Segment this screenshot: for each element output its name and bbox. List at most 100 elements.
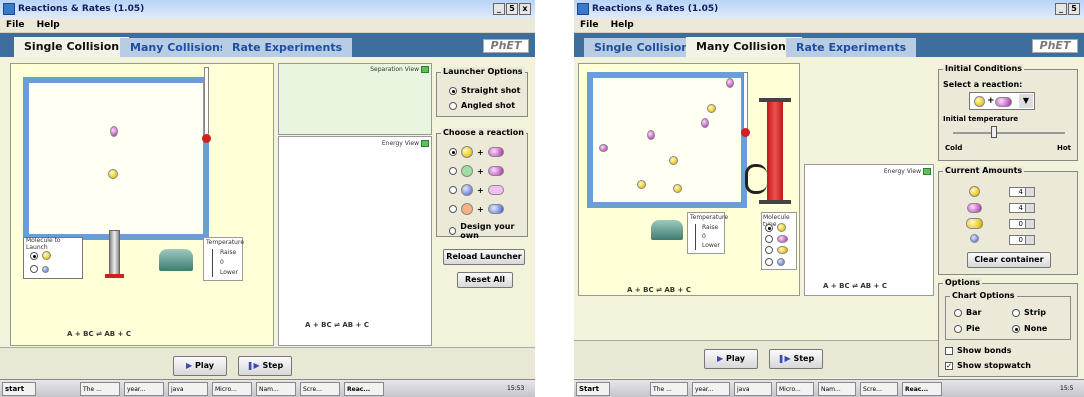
- taskbar-item-active[interactable]: Reac...: [902, 382, 942, 396]
- taskbar-item[interactable]: year...: [124, 382, 164, 396]
- initial-conditions: Initial Conditions Select a reaction: + …: [938, 64, 1078, 161]
- amount-bc-spinner[interactable]: 4: [1009, 203, 1035, 213]
- taskbar-item[interactable]: Scre...: [860, 382, 898, 396]
- amount-c-spinner[interactable]: 0: [1009, 235, 1035, 245]
- choose-reaction-title: Choose a reaction: [441, 128, 526, 137]
- tab-many-collisions[interactable]: Many Collisions: [120, 38, 237, 57]
- reaction-radio-4[interactable]: +: [449, 203, 504, 215]
- taskbar-item[interactable]: The ...: [650, 382, 688, 396]
- molecule-a: [673, 184, 682, 193]
- tab-many-collisions[interactable]: Many Collisions: [686, 37, 803, 57]
- molecule-a-icon: [969, 186, 980, 197]
- tab-rate-experiments[interactable]: Rate Experiments: [222, 38, 353, 57]
- temperature-slider-thumb[interactable]: [991, 126, 997, 138]
- energy-view-toggle[interactable]: [421, 140, 429, 147]
- molecule-bc-icon: [967, 203, 982, 213]
- play-button[interactable]: ▶ Play: [173, 356, 227, 376]
- left-app-window: Reactions & Rates (1.05) _ 5 x File Help…: [0, 0, 535, 397]
- play-button[interactable]: ▶ Play: [704, 349, 758, 369]
- menu-help[interactable]: Help: [611, 20, 634, 30]
- chevron-down-icon[interactable]: ▼: [1019, 94, 1033, 108]
- molecule-bc: [599, 144, 608, 152]
- start-button[interactable]: Start: [576, 382, 610, 396]
- tab-single-collision[interactable]: Single Collision: [584, 38, 700, 57]
- reaction-container: [23, 77, 209, 240]
- tab-rate-experiments[interactable]: Rate Experiments: [786, 38, 917, 57]
- temperature-slider-track[interactable]: [953, 132, 1065, 134]
- close-button[interactable]: x: [519, 3, 531, 15]
- maximize-button[interactable]: 5: [1068, 3, 1080, 15]
- show-bonds-checkbox[interactable]: Show bonds: [945, 346, 1012, 355]
- separation-view-toggle[interactable]: [421, 66, 429, 73]
- menu-bar: File Help: [574, 18, 1084, 32]
- minimize-button[interactable]: _: [493, 3, 505, 15]
- temperature-slider[interactable]: [212, 249, 215, 277]
- temperature-zero: 0: [702, 233, 706, 240]
- energy-view-label: Energy View: [883, 168, 921, 175]
- chart-none-radio[interactable]: None: [1012, 324, 1047, 333]
- show-stopwatch-label: Show stopwatch: [957, 361, 1031, 370]
- play-area: Molecule to Launch Temperature Raise 0 L…: [10, 63, 274, 346]
- step-button[interactable]: ❚▶ Step: [238, 356, 292, 376]
- menu-file[interactable]: File: [580, 20, 598, 30]
- taskbar-item[interactable]: Nam...: [256, 382, 296, 396]
- reaction-dropdown[interactable]: + ▼: [969, 92, 1035, 110]
- taskbar-item[interactable]: java: [734, 382, 772, 396]
- step-button[interactable]: ❚▶ Step: [769, 349, 823, 369]
- chart-none-label: None: [1024, 324, 1048, 333]
- molecule-type-a-radio[interactable]: [765, 223, 786, 232]
- straight-shot-radio[interactable]: Straight shot: [449, 86, 520, 95]
- minimize-button[interactable]: _: [1055, 3, 1067, 15]
- molecule-bc: [726, 78, 734, 88]
- pump-handle[interactable]: [759, 98, 791, 102]
- launch-c-radio[interactable]: [30, 265, 49, 273]
- molecule-c-icon: [970, 234, 979, 243]
- step-label: Step: [262, 361, 284, 370]
- energy-view-toggle[interactable]: [923, 168, 931, 175]
- amount-ab-spinner[interactable]: 0: [1009, 219, 1035, 229]
- launch-a-radio[interactable]: [30, 251, 51, 260]
- heater: [159, 249, 193, 271]
- reload-launcher-button[interactable]: Reload Launcher: [443, 249, 525, 265]
- title-bar: Reactions & Rates (1.05) _ 5: [574, 0, 1084, 18]
- start-button[interactable]: start: [2, 382, 36, 396]
- molecule-type-c-radio[interactable]: [765, 258, 785, 266]
- show-stopwatch-checkbox[interactable]: ✓ Show stopwatch: [945, 361, 1031, 370]
- taskbar-item[interactable]: year...: [692, 382, 730, 396]
- menu-file[interactable]: File: [6, 20, 24, 30]
- taskbar-item[interactable]: Nam...: [818, 382, 856, 396]
- right-app-window: Reactions & Rates (1.05) _ 5 File Help S…: [574, 0, 1084, 397]
- molecule-type-ab-radio[interactable]: [765, 246, 788, 254]
- design-your-own-radio[interactable]: Design your own: [449, 222, 527, 240]
- select-reaction-label: Select a reaction:: [943, 80, 1023, 89]
- cold-label: Cold: [945, 144, 963, 152]
- reaction-radio-1[interactable]: +: [449, 146, 504, 158]
- chart-pie-radio[interactable]: Pie: [954, 324, 980, 333]
- chart-options: Chart Options Bar Strip Pie None: [945, 291, 1071, 340]
- taskbar-item[interactable]: Scre...: [300, 382, 340, 396]
- reset-all-button[interactable]: Reset All: [457, 272, 513, 288]
- taskbar-item-active[interactable]: Reac...: [344, 382, 384, 396]
- chart-strip-radio[interactable]: Strip: [1012, 308, 1046, 317]
- menu-help[interactable]: Help: [37, 20, 60, 30]
- separation-view: Separation View: [278, 63, 432, 135]
- chart-bar-radio[interactable]: Bar: [954, 308, 981, 317]
- pump[interactable]: [767, 100, 783, 200]
- step-label: Step: [793, 354, 815, 363]
- taskbar-item[interactable]: Micro...: [776, 382, 814, 396]
- angled-shot-radio[interactable]: Angled shot: [449, 101, 515, 110]
- chart-bar-label: Bar: [966, 308, 982, 317]
- taskbar-item[interactable]: The ...: [80, 382, 120, 396]
- taskbar-item[interactable]: Micro...: [212, 382, 252, 396]
- molecule-type-bc-radio[interactable]: [765, 235, 788, 243]
- reaction-radio-2[interactable]: +: [449, 165, 504, 177]
- amount-a-spinner[interactable]: 4: [1009, 187, 1035, 197]
- reaction-equation: A + BC ⇌ AB + C: [67, 330, 131, 338]
- temperature-slider[interactable]: [695, 224, 698, 250]
- tab-single-collision[interactable]: Single Collision: [14, 37, 130, 57]
- temperature-zero: 0: [220, 259, 224, 266]
- taskbar-item[interactable]: java: [168, 382, 208, 396]
- reaction-radio-3[interactable]: +: [449, 184, 504, 196]
- clear-container-button[interactable]: Clear container: [967, 252, 1051, 268]
- maximize-button[interactable]: 5: [506, 3, 518, 15]
